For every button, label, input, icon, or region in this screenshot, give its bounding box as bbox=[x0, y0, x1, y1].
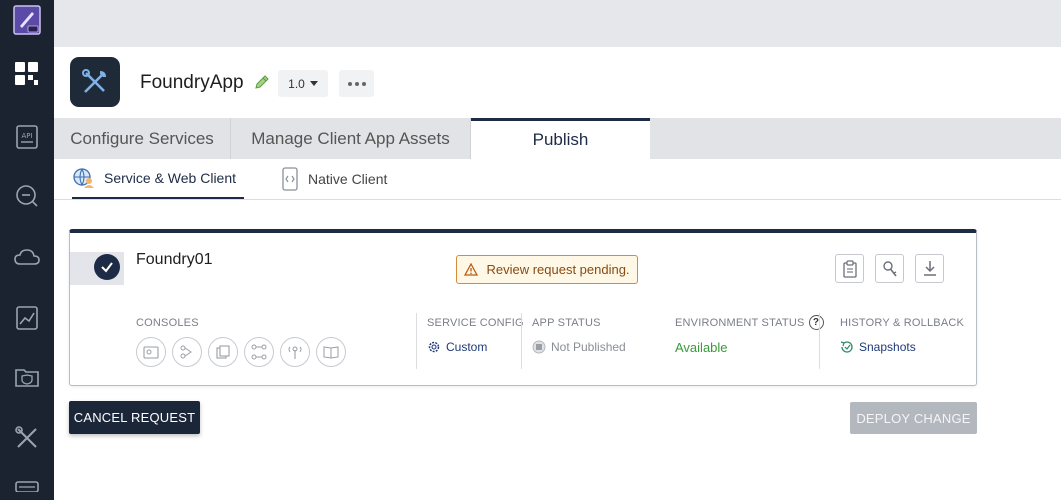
deploy-change-button[interactable]: DEPLOY CHANGE bbox=[850, 402, 977, 434]
history-rollback-label: HISTORY & ROLLBACK bbox=[840, 317, 965, 329]
objects-console-icon[interactable] bbox=[208, 337, 238, 367]
app-status-label: APP STATUS bbox=[532, 317, 601, 329]
divider bbox=[819, 313, 820, 369]
svg-text:API: API bbox=[21, 132, 32, 140]
help-icon[interactable]: ? bbox=[808, 315, 824, 330]
tab-label: Manage Client App Assets bbox=[251, 128, 450, 148]
download-button[interactable] bbox=[915, 254, 944, 283]
rail-cloud-icon[interactable] bbox=[0, 237, 54, 277]
service-config-label: SERVICE CONFIG bbox=[427, 317, 524, 329]
consoles-label: CONSOLES bbox=[136, 317, 199, 329]
snapshot-history-icon bbox=[840, 341, 853, 353]
integration-console-icon[interactable] bbox=[172, 337, 202, 367]
tab-manage-client-app-assets[interactable]: Manage Client App Assets bbox=[231, 118, 471, 159]
messaging-console-icon[interactable] bbox=[280, 337, 310, 367]
rail-app-logo-icon[interactable] bbox=[0, 0, 54, 40]
rail-tools-icon[interactable] bbox=[0, 418, 54, 458]
tab-label: Configure Services bbox=[70, 128, 214, 148]
app-name: FoundryApp bbox=[140, 72, 244, 93]
globe-user-icon bbox=[73, 168, 94, 188]
tab-label: Publish bbox=[532, 130, 589, 149]
app-logo-tools-icon bbox=[70, 57, 120, 107]
subtab-native-client[interactable]: Native Client bbox=[280, 159, 410, 199]
version-dropdown[interactable]: 1.0 bbox=[278, 70, 328, 97]
key-button[interactable] bbox=[875, 254, 904, 283]
more-options-button[interactable] bbox=[339, 70, 374, 97]
app-status-text: Not Published bbox=[551, 340, 626, 354]
main-tabs: Configure Services Manage Client App Ass… bbox=[54, 118, 1061, 159]
edit-pencil-icon[interactable] bbox=[253, 73, 271, 91]
sub-tabs: Service & Web Client Native Client bbox=[54, 159, 1061, 200]
service-config-text: Custom bbox=[446, 340, 488, 354]
top-bar bbox=[54, 0, 1061, 47]
app-root: API FoundryApp 1.0 Configure Services Ma… bbox=[0, 0, 1061, 500]
identity-console-icon[interactable] bbox=[136, 337, 166, 367]
snapshots-text: Snapshots bbox=[859, 340, 916, 354]
tab-publish[interactable]: Publish bbox=[471, 118, 650, 159]
environment-status-value: Available bbox=[675, 340, 728, 355]
rail-dashboard-icon[interactable] bbox=[0, 54, 54, 94]
subtab-service-web-client[interactable]: Service & Web Client bbox=[72, 159, 244, 199]
app-status-value: Not Published bbox=[532, 340, 626, 354]
more-dot-icon bbox=[347, 81, 352, 86]
download-icon bbox=[923, 260, 936, 276]
rail-api-icon[interactable]: API bbox=[0, 117, 54, 157]
divider bbox=[416, 313, 417, 369]
environment-status-label: ENVIRONMENT STATUS bbox=[675, 316, 805, 329]
tab-configure-services[interactable]: Configure Services bbox=[54, 118, 231, 159]
review-pending-badge: Review request pending. bbox=[456, 255, 638, 284]
chevron-down-icon bbox=[309, 81, 318, 86]
rail-server-icon[interactable] bbox=[0, 478, 54, 500]
divider bbox=[521, 313, 522, 369]
environment-name: Foundry01 bbox=[136, 251, 213, 268]
not-published-icon bbox=[532, 340, 546, 354]
more-dot-icon bbox=[361, 81, 366, 86]
selected-check-icon[interactable] bbox=[94, 254, 120, 280]
version-label: 1.0 bbox=[288, 76, 305, 91]
snapshots-link[interactable]: Snapshots bbox=[840, 340, 916, 354]
orchestration-console-icon[interactable] bbox=[244, 337, 274, 367]
clipboard-icon bbox=[842, 259, 857, 278]
subtab-label: Native Client bbox=[308, 171, 388, 187]
key-icon bbox=[882, 260, 897, 276]
rail-analytics-icon[interactable] bbox=[0, 298, 54, 338]
more-dot-icon bbox=[354, 81, 359, 86]
clipboard-button[interactable] bbox=[835, 254, 864, 283]
app-header: FoundryApp 1.0 bbox=[54, 47, 1061, 118]
rail-security-folder-icon[interactable] bbox=[0, 357, 54, 397]
service-config-value[interactable]: Custom bbox=[427, 340, 487, 354]
reports-console-icon[interactable] bbox=[316, 337, 346, 367]
badge-text: Review request pending. bbox=[486, 262, 630, 277]
mobile-code-icon bbox=[282, 167, 298, 191]
environment-card: Foundry01 Review request pending. CONSOL… bbox=[69, 229, 977, 386]
warning-icon bbox=[464, 263, 479, 276]
subtab-label: Service & Web Client bbox=[104, 170, 237, 186]
cancel-request-button[interactable]: CANCEL REQUEST bbox=[69, 401, 200, 434]
left-nav-rail: API bbox=[0, 0, 54, 500]
environment-status-heading: ENVIRONMENT STATUS ? bbox=[675, 315, 824, 330]
gear-icon bbox=[428, 341, 440, 353]
rail-chat-icon[interactable] bbox=[0, 176, 54, 216]
